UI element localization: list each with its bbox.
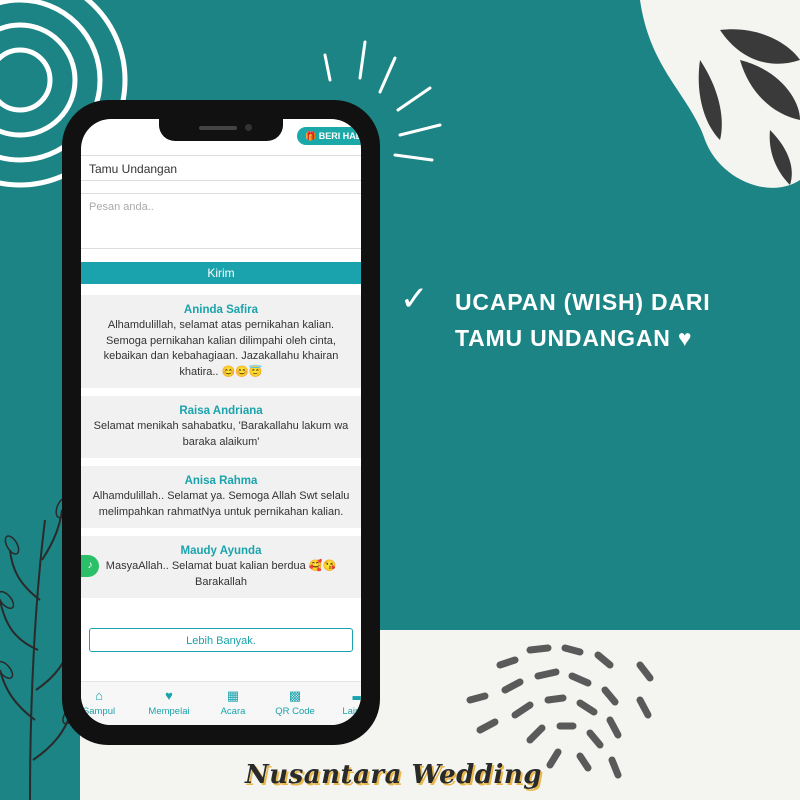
guest-name-input[interactable]: Tamu Undangan — [81, 155, 361, 181]
nav-label: Lainnya — [342, 706, 361, 717]
gift-button[interactable]: 🎁 BERI HADIAH — [297, 127, 361, 145]
caption-line-2: TAMU UNDANGAN ♥ — [455, 325, 693, 351]
wish-item: Anisa Rahma Alhamdulillah.. Selamat ya. … — [81, 466, 361, 528]
wish-item: Maudy Ayunda MasyaAllah.. Selamat buat k… — [81, 536, 361, 598]
caption-text: UCAPAN (WISH) DARI TAMU UNDANGAN ♥ — [455, 284, 785, 356]
wish-text: Selamat menikah sahabatku, 'Barakallahu … — [93, 420, 349, 448]
wish-text: Alhamdulillah.. Selamat ya. Semoga Allah… — [92, 490, 350, 518]
wish-item: Raisa Andriana Selamat menikah sahabatku… — [81, 396, 361, 458]
nav-label: Acara — [220, 706, 246, 717]
wish-text: Alhamdulillah, selamat atas pernikahan k… — [103, 319, 339, 378]
speaker-grille — [199, 126, 237, 130]
nav-item-mempelai[interactable]: ♥ Mempelai — [139, 688, 199, 718]
wish-text: MasyaAllah.. Selamat buat kalian berdua … — [105, 560, 337, 588]
brand-logo-text: Nusantara Wedding — [245, 760, 542, 790]
home-icon: ⌂ — [95, 688, 103, 703]
nav-label: QR Code — [275, 706, 315, 717]
message-icon: ▬ — [352, 688, 362, 703]
load-more-button[interactable]: Lebih Banyak. — [89, 628, 353, 652]
phone-notch — [159, 119, 283, 141]
wish-name: Anisa Rahma — [184, 475, 258, 487]
heart-icon: ♥ — [165, 688, 173, 703]
nav-item-qr-code[interactable]: ▩ QR Code — [265, 688, 325, 718]
camera-icon — [245, 124, 252, 131]
send-button[interactable]: Kirim — [81, 262, 361, 284]
nav-item-sampul[interactable]: ⌂ Sampul — [81, 688, 129, 718]
calendar-icon: ▦ — [226, 688, 240, 703]
wish-list: Aninda Safira Alhamdulillah, selamat ata… — [81, 295, 361, 606]
wish-name: Raisa Andriana — [179, 405, 263, 417]
branch-decoration — [0, 509, 71, 800]
phone-mockup: 🎁 BERI HADIAH Tamu Undangan Pesan anda..… — [62, 100, 380, 745]
checkmark-icon: ✓ — [400, 279, 429, 319]
nav-item-acara[interactable]: ▦ Acara — [203, 688, 263, 718]
wish-name: Aninda Safira — [183, 304, 259, 316]
wish-name: Maudy Ayunda — [180, 545, 262, 557]
caption-line-1: UCAPAN (WISH) DARI — [455, 289, 711, 315]
nav-item-lainnya[interactable]: ▬ Lainnya — [329, 688, 361, 718]
bottom-navigation: ⌂ Sampul ♥ Mempelai ▦ Acara ▩ QR Code ▬ … — [81, 681, 361, 725]
message-input[interactable]: Pesan anda.. — [81, 193, 361, 249]
nav-label: Sampul — [82, 706, 116, 717]
wish-item: Aninda Safira Alhamdulillah, selamat ata… — [81, 295, 361, 388]
nav-label: Mempelai — [148, 706, 190, 717]
phone-screen: 🎁 BERI HADIAH Tamu Undangan Pesan anda..… — [81, 119, 361, 725]
qr-code-icon: ▩ — [288, 688, 302, 703]
